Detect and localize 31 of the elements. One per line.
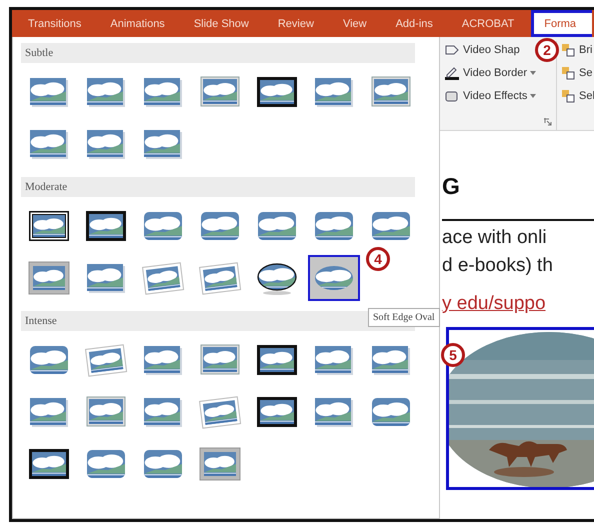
ribbon-command[interactable]: Se	[561, 64, 592, 82]
section-header: Moderate	[21, 177, 415, 197]
ribbon-tab[interactable]: View	[330, 10, 379, 37]
shape-icon	[444, 43, 460, 57]
layers-icon	[561, 89, 576, 103]
slide-text: d e-books) th	[442, 255, 554, 277]
ribbon-command[interactable]: Sel	[561, 87, 594, 105]
caret-icon	[530, 71, 536, 75]
ribbon-command[interactable]: Bri	[561, 41, 592, 59]
ribbon-tab[interactable]: Animations	[98, 10, 177, 37]
tooltip: Soft Edge Oval	[368, 308, 440, 327]
ribbon-tab[interactable]: Slide Show	[182, 10, 261, 37]
layers-icon	[561, 43, 576, 57]
ribbon-command[interactable]: Video Border	[444, 64, 536, 82]
ribbon-command[interactable]: Video Effects	[444, 87, 536, 105]
slide-text: ace with onli	[442, 227, 548, 249]
ribbon-tab[interactable]: Forma	[531, 10, 592, 37]
ribbon-tab[interactable]: Review	[266, 10, 326, 37]
style-thumbnail[interactable]	[308, 255, 360, 301]
slide-heading: G	[442, 172, 461, 201]
pen-icon	[444, 66, 460, 80]
ribbon-tab[interactable]: Add-ins	[384, 10, 445, 37]
ribbon-command[interactable]: Video Shap	[444, 41, 520, 59]
effects-icon	[444, 89, 460, 103]
layers-icon	[561, 66, 576, 80]
ribbon-tab[interactable]: ACROBAT	[450, 10, 526, 37]
dialog-launcher-icon[interactable]	[544, 118, 552, 126]
ribbon-tab[interactable]: Transitions	[16, 10, 94, 37]
caret-icon	[530, 94, 536, 98]
web-link[interactable]: y edu/suppo	[442, 293, 546, 315]
section-header: Subtle	[21, 43, 415, 63]
